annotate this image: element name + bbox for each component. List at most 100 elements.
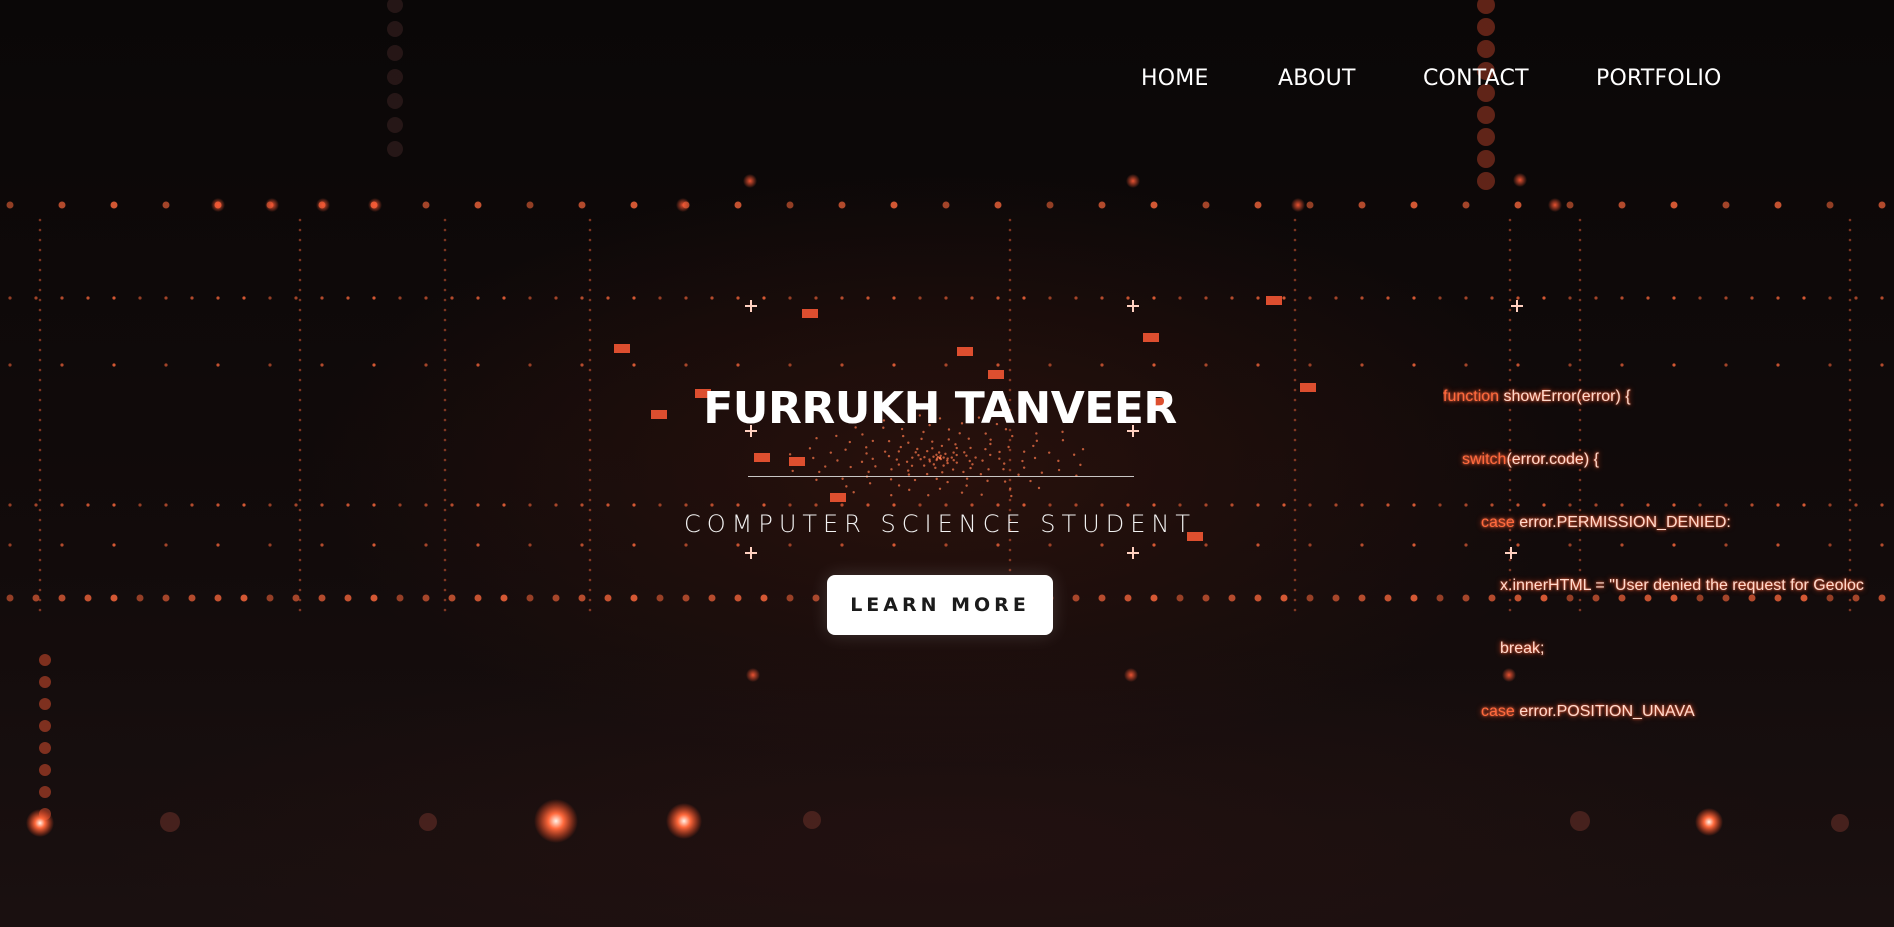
particle <box>1254 594 1262 602</box>
particle <box>845 485 848 488</box>
nav-home-link[interactable]: HOME <box>1141 66 1209 91</box>
particle <box>998 450 1001 454</box>
particle <box>1477 0 1495 14</box>
particle <box>1152 296 1156 300</box>
particle <box>387 0 403 13</box>
particle <box>1150 201 1158 209</box>
particle <box>370 594 378 602</box>
particle <box>788 543 792 547</box>
particle <box>606 503 610 507</box>
particle <box>760 594 768 602</box>
particle <box>588 408 592 412</box>
hero-divider <box>748 476 1134 477</box>
particle <box>1695 808 1723 836</box>
particle <box>1176 594 1184 602</box>
particle <box>242 296 246 300</box>
particle <box>38 568 42 572</box>
particle <box>1254 201 1262 209</box>
particle <box>443 238 447 242</box>
particle <box>38 508 42 512</box>
particle <box>443 308 447 312</box>
particle <box>298 388 302 392</box>
particle <box>216 296 220 300</box>
particle <box>424 296 428 300</box>
particle <box>443 278 447 282</box>
particle <box>38 578 42 582</box>
particle <box>1228 594 1236 602</box>
particle <box>1516 296 1520 300</box>
particle <box>38 598 42 602</box>
particle <box>1578 288 1582 292</box>
particle <box>1508 278 1512 282</box>
particle <box>588 368 592 372</box>
particle <box>952 451 955 454</box>
particle <box>526 594 534 602</box>
particle <box>1230 503 1234 507</box>
nav-contact-link[interactable]: CONTACT <box>1423 66 1529 91</box>
particle <box>734 594 742 602</box>
particle <box>443 518 447 522</box>
particle <box>734 201 742 209</box>
particle <box>984 447 987 451</box>
particle <box>923 456 926 459</box>
code-fragment <box>802 309 818 318</box>
nav-about-link[interactable]: ABOUT <box>1278 66 1356 91</box>
code-keyword: case <box>1481 514 1515 531</box>
particle <box>268 503 272 507</box>
particle <box>34 503 38 507</box>
particle <box>1848 318 1852 322</box>
particle <box>788 296 792 300</box>
particle <box>840 543 844 547</box>
particle <box>372 296 376 300</box>
particle <box>1008 458 1012 462</box>
particle <box>1513 173 1527 187</box>
code-line: case error.POSITION_UNAVA <box>1443 701 1894 722</box>
particle <box>1293 438 1297 442</box>
particle <box>588 528 592 532</box>
particle <box>38 588 42 592</box>
particle <box>450 296 454 300</box>
particle <box>1293 248 1297 252</box>
particle <box>268 296 272 300</box>
nav-portfolio-link[interactable]: PORTFOLIO <box>1596 66 1722 91</box>
code-fragment <box>1143 333 1159 342</box>
particle <box>974 456 977 459</box>
particle <box>736 296 740 300</box>
particle <box>580 363 584 367</box>
particle <box>1848 218 1852 222</box>
particle <box>791 469 794 473</box>
particle <box>1178 503 1182 507</box>
particle <box>1848 338 1852 342</box>
particle <box>865 446 868 449</box>
particle <box>1828 296 1832 300</box>
particle <box>443 388 447 392</box>
particle <box>372 363 376 367</box>
particle <box>38 268 42 272</box>
particle <box>588 438 592 442</box>
particle <box>1578 278 1582 282</box>
particle <box>1046 201 1054 209</box>
particle <box>588 348 592 352</box>
particle <box>588 258 592 262</box>
particle <box>1022 296 1026 300</box>
particle <box>500 594 508 602</box>
particle <box>840 503 844 507</box>
particle <box>38 288 42 292</box>
particle <box>38 388 42 392</box>
particle <box>1293 528 1297 532</box>
particle <box>1578 228 1582 232</box>
particle <box>1293 418 1297 422</box>
particle <box>1100 503 1104 507</box>
particle <box>1578 308 1582 312</box>
particle <box>762 503 766 507</box>
particle <box>424 363 428 367</box>
particle <box>944 296 948 300</box>
particle <box>1508 268 1512 272</box>
learn-more-button[interactable]: LEARN MORE <box>827 575 1053 635</box>
particle <box>164 363 168 367</box>
particle <box>8 296 12 300</box>
particle <box>890 201 898 209</box>
particle <box>298 328 302 332</box>
particle <box>1848 278 1852 282</box>
particle <box>604 594 612 602</box>
